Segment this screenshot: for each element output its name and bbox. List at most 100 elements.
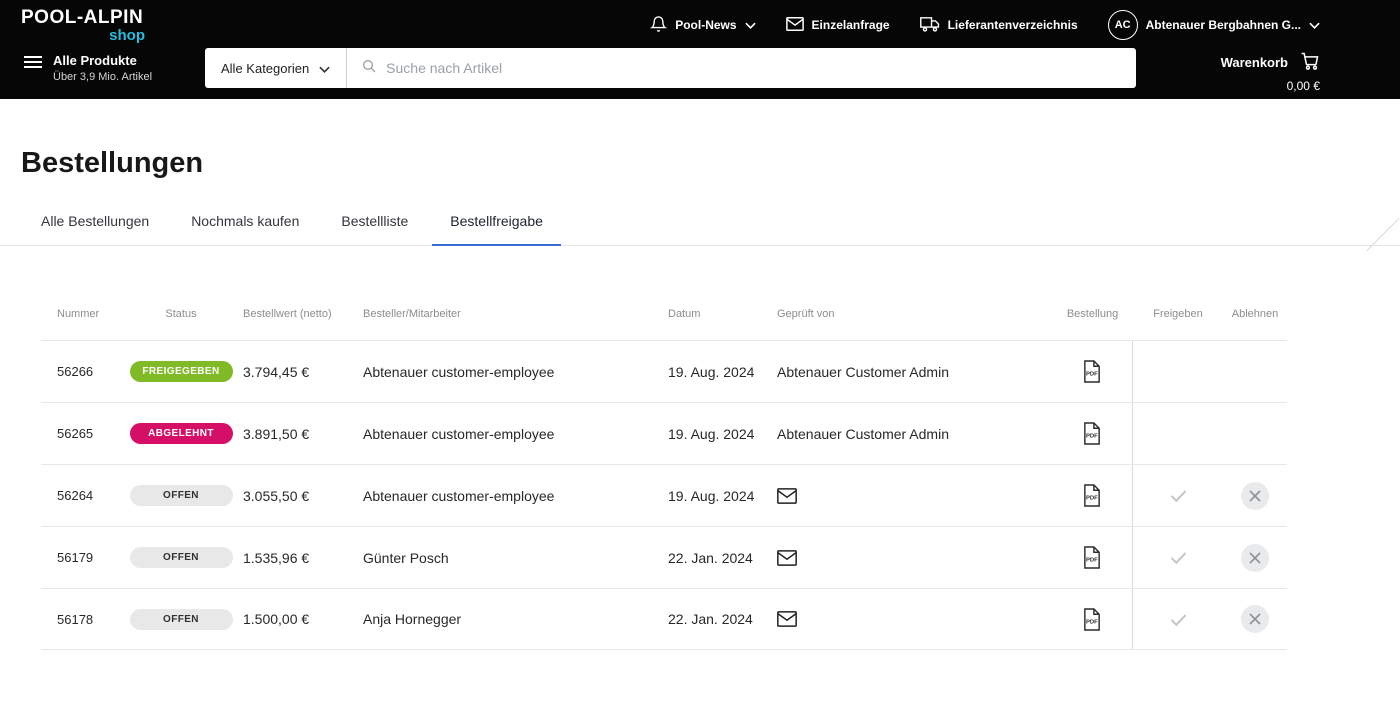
- mail-icon[interactable]: [777, 488, 797, 504]
- order-tabs: Alle Bestellungen Nochmals kaufen Bestel…: [0, 213, 1400, 246]
- nav-pool-news-label: Pool-News: [675, 18, 736, 32]
- search-bar: Alle Kategorien: [205, 48, 1136, 88]
- order-value: 3.055,50 €: [243, 488, 363, 504]
- cart-total: 0,00 €: [1221, 79, 1320, 93]
- order-pdf-cell: PDF: [1052, 589, 1133, 649]
- status-badge: OFFEN: [130, 485, 233, 506]
- order-value: 3.794,45 €: [243, 364, 363, 380]
- account-menu[interactable]: AC Abtenauer Bergbahnen G...: [1108, 10, 1320, 40]
- order-date: 22. Jan. 2024: [668, 611, 777, 627]
- search-icon: [361, 58, 377, 79]
- order-date: 22. Jan. 2024: [668, 550, 777, 566]
- order-number: 56265: [41, 426, 119, 441]
- orders-table-body: 56266 FREIGEGEBEN 3.794,45 € Abtenauer c…: [41, 340, 1287, 650]
- status-badge: FREIGEGEBEN: [130, 361, 233, 382]
- order-employee: Abtenauer customer-employee: [363, 488, 668, 504]
- cart-icon: [1300, 51, 1320, 74]
- pdf-icon[interactable]: PDF: [1082, 608, 1102, 631]
- nav-einzelanfrage-label: Einzelanfrage: [812, 18, 890, 32]
- pdf-icon[interactable]: PDF: [1082, 422, 1102, 445]
- order-date: 19. Aug. 2024: [668, 426, 777, 442]
- category-dropdown-value: Alle Kategorien: [221, 61, 309, 76]
- table-row: 56264 OFFEN 3.055,50 € Abtenauer custome…: [41, 464, 1287, 526]
- order-number: 56266: [41, 364, 119, 379]
- nav-pool-news[interactable]: Pool-News: [650, 15, 755, 36]
- cart-button[interactable]: Warenkorb 0,00 €: [1221, 51, 1320, 93]
- status-cell: OFFEN: [119, 609, 243, 630]
- reject-cell: [1223, 544, 1287, 572]
- checked-by-cell: [777, 611, 1052, 627]
- nav-lieferantenverzeichnis-label: Lieferantenverzeichnis: [948, 18, 1078, 32]
- hamburger-icon: [24, 53, 42, 83]
- table-row: 56179 OFFEN 1.535,96 € Günter Posch 22. …: [41, 526, 1287, 588]
- checked-by-cell: [777, 550, 1052, 566]
- order-value: 1.535,96 €: [243, 550, 363, 566]
- all-products-subtitle: Über 3,9 Mio. Artikel: [53, 71, 152, 83]
- approve-cell: [1133, 485, 1223, 506]
- mail-icon: [786, 17, 804, 34]
- order-number: 56264: [41, 488, 119, 503]
- column-header-datum: Datum: [668, 308, 777, 320]
- approve-check-icon[interactable]: [1168, 485, 1189, 506]
- reject-x-icon[interactable]: [1241, 482, 1269, 510]
- svg-text:PDF: PDF: [1086, 557, 1098, 563]
- tab-alle-bestellungen[interactable]: Alle Bestellungen: [23, 213, 167, 246]
- cart-label: Warenkorb: [1221, 55, 1288, 70]
- approve-check-icon[interactable]: [1168, 547, 1189, 568]
- svg-text:PDF: PDF: [1086, 495, 1098, 501]
- column-header-nummer: Nummer: [41, 308, 119, 320]
- checked-by-name: Abtenauer Customer Admin: [777, 364, 949, 380]
- order-pdf-cell: PDF: [1052, 527, 1133, 588]
- reject-x-icon[interactable]: [1241, 544, 1269, 572]
- approve-cell: [1133, 547, 1223, 568]
- all-products-menu[interactable]: Alle Produkte Über 3,9 Mio. Artikel: [24, 53, 152, 83]
- checked-by-cell: Abtenauer Customer Admin: [777, 364, 1052, 380]
- tab-bestellfreigabe[interactable]: Bestellfreigabe: [432, 213, 561, 246]
- mail-icon[interactable]: [777, 550, 797, 566]
- pdf-icon[interactable]: PDF: [1082, 484, 1102, 507]
- chevron-down-icon: [1309, 18, 1320, 32]
- reject-x-icon[interactable]: [1241, 605, 1269, 633]
- nav-einzelanfrage[interactable]: Einzelanfrage: [786, 17, 890, 34]
- status-badge: OFFEN: [130, 609, 233, 630]
- order-pdf-cell: PDF: [1052, 403, 1133, 464]
- approve-cell: [1133, 361, 1223, 382]
- approve-cell: [1133, 423, 1223, 444]
- status-cell: ABGELEHNT: [119, 423, 243, 444]
- column-header-bestellung: Bestellung: [1052, 308, 1133, 320]
- top-bar: POOL-ALPIN shop Pool-News Einzelanfrage …: [0, 0, 1400, 99]
- column-header-geprueft-von: Geprüft von: [777, 308, 1052, 320]
- brand-title: POOL-ALPIN: [21, 7, 145, 29]
- checked-by-cell: Abtenauer Customer Admin: [777, 426, 1052, 442]
- pdf-icon[interactable]: PDF: [1082, 360, 1102, 383]
- search-input[interactable]: [386, 60, 1122, 76]
- status-cell: FREIGEGEBEN: [119, 361, 243, 382]
- column-header-status: Status: [119, 308, 243, 320]
- order-number: 56178: [41, 612, 119, 627]
- order-pdf-cell: PDF: [1052, 341, 1133, 402]
- page-title: Bestellungen: [21, 147, 1400, 180]
- svg-text:PDF: PDF: [1086, 371, 1098, 377]
- svg-text:PDF: PDF: [1086, 433, 1098, 439]
- reject-cell: [1223, 358, 1287, 386]
- category-dropdown[interactable]: Alle Kategorien: [205, 48, 347, 88]
- order-date: 19. Aug. 2024: [668, 488, 777, 504]
- main-content: Bestellungen Alle Bestellungen Nochmals …: [0, 147, 1400, 650]
- tab-nochmals-kaufen[interactable]: Nochmals kaufen: [173, 213, 317, 246]
- brand-logo[interactable]: POOL-ALPIN shop: [21, 7, 145, 44]
- order-number: 56179: [41, 550, 119, 565]
- column-header-freigeben: Freigeben: [1133, 308, 1223, 320]
- table-row: 56178 OFFEN 1.500,00 € Anja Hornegger 22…: [41, 588, 1287, 650]
- account-name: Abtenauer Bergbahnen G...: [1146, 18, 1301, 32]
- brand-subtitle: shop: [21, 27, 145, 44]
- approve-cell: [1133, 609, 1223, 630]
- nav-lieferantenverzeichnis[interactable]: Lieferantenverzeichnis: [920, 16, 1078, 35]
- pdf-icon[interactable]: PDF: [1082, 546, 1102, 569]
- decorative-diagonal: [1366, 218, 1399, 251]
- tab-bestellliste[interactable]: Bestellliste: [323, 213, 426, 246]
- top-nav: Pool-News Einzelanfrage Lieferantenverze…: [650, 10, 1320, 40]
- approve-check-icon[interactable]: [1168, 609, 1189, 630]
- order-value: 3.891,50 €: [243, 426, 363, 442]
- order-employee: Abtenauer customer-employee: [363, 364, 668, 380]
- mail-icon[interactable]: [777, 611, 797, 627]
